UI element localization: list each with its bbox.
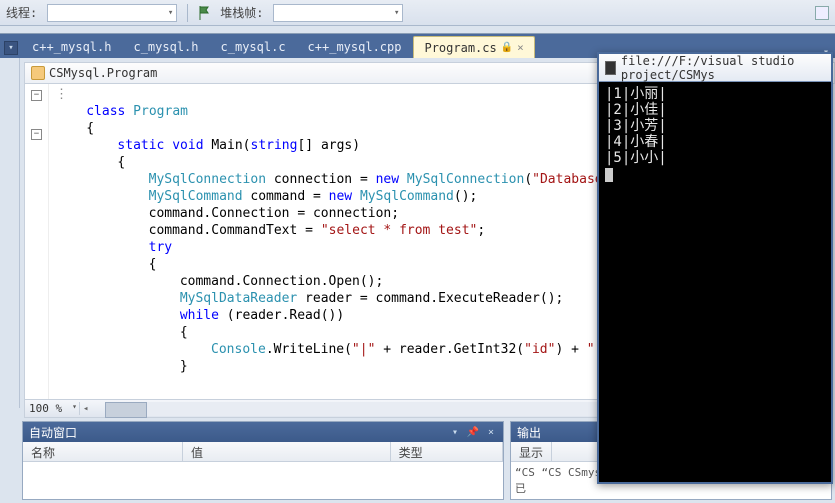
console-titlebar[interactable]: file:///F:/visual studio project/CSMys bbox=[599, 54, 831, 82]
tab-file[interactable]: c_mysql.c bbox=[211, 36, 296, 58]
close-icon[interactable]: × bbox=[517, 41, 524, 54]
panel-menu-icon[interactable]: ▾ bbox=[449, 426, 461, 438]
flag-icon[interactable] bbox=[198, 6, 210, 20]
autos-columns: 名称 值 类型 bbox=[23, 442, 503, 462]
console-window[interactable]: file:///F:/visual studio project/CSMys |… bbox=[597, 52, 833, 484]
console-title-text: file:///F:/visual studio project/CSMys bbox=[621, 54, 825, 82]
console-icon bbox=[605, 61, 616, 75]
console-output: |1|小丽| |2|小佳| |3|小芳| |4|小春| |5|小小| bbox=[599, 82, 831, 186]
close-icon[interactable]: × bbox=[485, 426, 497, 438]
tab-scroll-button[interactable]: ▾ bbox=[4, 41, 18, 55]
panel-title: 自动窗口 bbox=[29, 424, 77, 441]
thread-label: 线程: bbox=[6, 4, 37, 21]
scroll-left-icon[interactable]: ◂ bbox=[80, 404, 91, 414]
outline-margin: − − bbox=[25, 84, 49, 399]
debug-toolbar: 线程: ▾ 堆栈帧: ▾ bbox=[0, 0, 835, 26]
pin-icon[interactable]: 📌 bbox=[467, 426, 479, 438]
class-icon bbox=[31, 66, 45, 80]
tab-file-active[interactable]: Program.cs 🔒 × bbox=[413, 36, 534, 58]
collapse-toggle[interactable]: − bbox=[31, 90, 42, 101]
col-name[interactable]: 名称 bbox=[23, 442, 183, 461]
tab-file[interactable]: c++_mysql.h bbox=[22, 36, 121, 58]
stack-label: 堆栈帧: bbox=[220, 4, 263, 21]
stack-combo[interactable]: ▾ bbox=[273, 4, 403, 22]
toolbar-end-button[interactable] bbox=[815, 6, 829, 20]
col-type[interactable]: 类型 bbox=[391, 442, 503, 461]
chevron-down-icon: ▾ bbox=[72, 402, 77, 415]
breadcrumb-text: CSMysql.Program bbox=[49, 66, 157, 80]
tab-file[interactable]: c++_mysql.cpp bbox=[298, 36, 412, 58]
cursor bbox=[605, 168, 613, 182]
tab-file[interactable]: c_mysql.h bbox=[123, 36, 208, 58]
chevron-down-icon: ▾ bbox=[165, 8, 176, 18]
autos-panel: 自动窗口 ▾ 📌 × 名称 值 类型 bbox=[22, 421, 504, 500]
col-value[interactable]: 值 bbox=[183, 442, 391, 461]
output-source-label: 显示 bbox=[511, 442, 552, 461]
chevron-down-icon: ▾ bbox=[391, 8, 402, 18]
toolbar-separator bbox=[187, 4, 188, 22]
zoom-level[interactable]: 100 %▾ bbox=[25, 402, 80, 415]
thread-combo[interactable]: ▾ bbox=[47, 4, 177, 22]
panel-title: 输出 bbox=[517, 424, 541, 441]
autos-body[interactable] bbox=[23, 462, 503, 499]
lock-icon: 🔒 bbox=[501, 42, 513, 53]
panel-header[interactable]: 自动窗口 ▾ 📌 × bbox=[23, 422, 503, 442]
left-dock-strip bbox=[0, 58, 20, 408]
collapse-toggle[interactable]: − bbox=[31, 129, 42, 140]
